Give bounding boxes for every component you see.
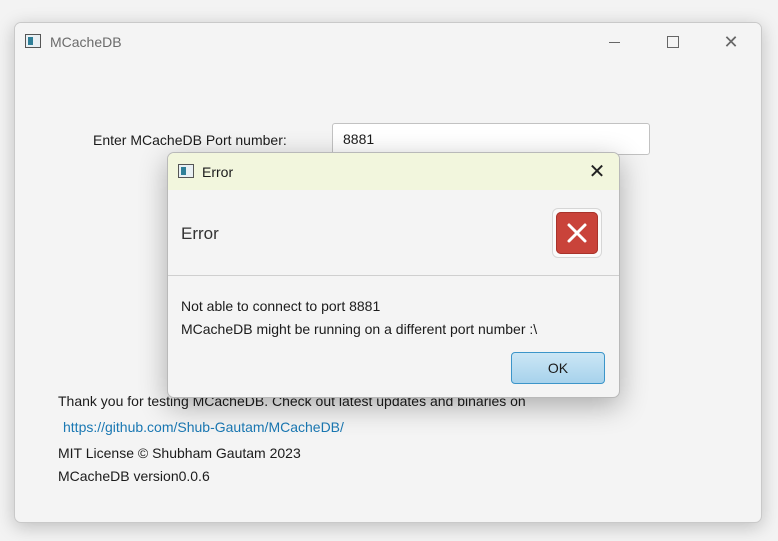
github-link[interactable]: https://github.com/Shub-Gautam/MCacheDB/ <box>63 419 344 435</box>
dialog-titlebar[interactable]: Error ✕ <box>168 153 619 190</box>
dialog-message-line2: MCacheDB might be running on a different… <box>181 321 538 337</box>
dialog-close-button[interactable]: ✕ <box>585 159 609 183</box>
license-text: MIT License © Shubham Gautam 2023 <box>58 445 301 461</box>
error-x-icon <box>556 212 598 254</box>
dialog-header-text: Error <box>181 224 219 243</box>
port-label: Enter MCacheDB Port number: <box>93 132 287 148</box>
error-dialog: Error ✕ Error Not able to connect to por… <box>167 152 620 398</box>
maximize-button[interactable] <box>650 23 696 61</box>
dialog-message-line1: Not able to connect to port 8881 <box>181 298 381 314</box>
close-icon: ✕ <box>723 32 739 52</box>
version-text: MCacheDB version0.0.6 <box>58 468 210 484</box>
port-input[interactable] <box>332 123 650 155</box>
dialog-app-icon <box>178 164 194 178</box>
maximize-icon <box>667 36 679 48</box>
dialog-header: Error <box>168 190 619 276</box>
dialog-title: Error <box>202 164 234 180</box>
minimize-icon <box>608 41 620 43</box>
window-titlebar[interactable]: MCacheDB ✕ <box>15 23 761 61</box>
minimize-button[interactable] <box>591 23 637 61</box>
close-icon: ✕ <box>588 160 606 183</box>
ok-button[interactable]: OK <box>511 352 605 384</box>
app-icon <box>25 34 41 48</box>
close-button[interactable]: ✕ <box>708 23 754 61</box>
window-title: MCacheDB <box>50 34 122 50</box>
error-icon-frame <box>552 208 602 258</box>
